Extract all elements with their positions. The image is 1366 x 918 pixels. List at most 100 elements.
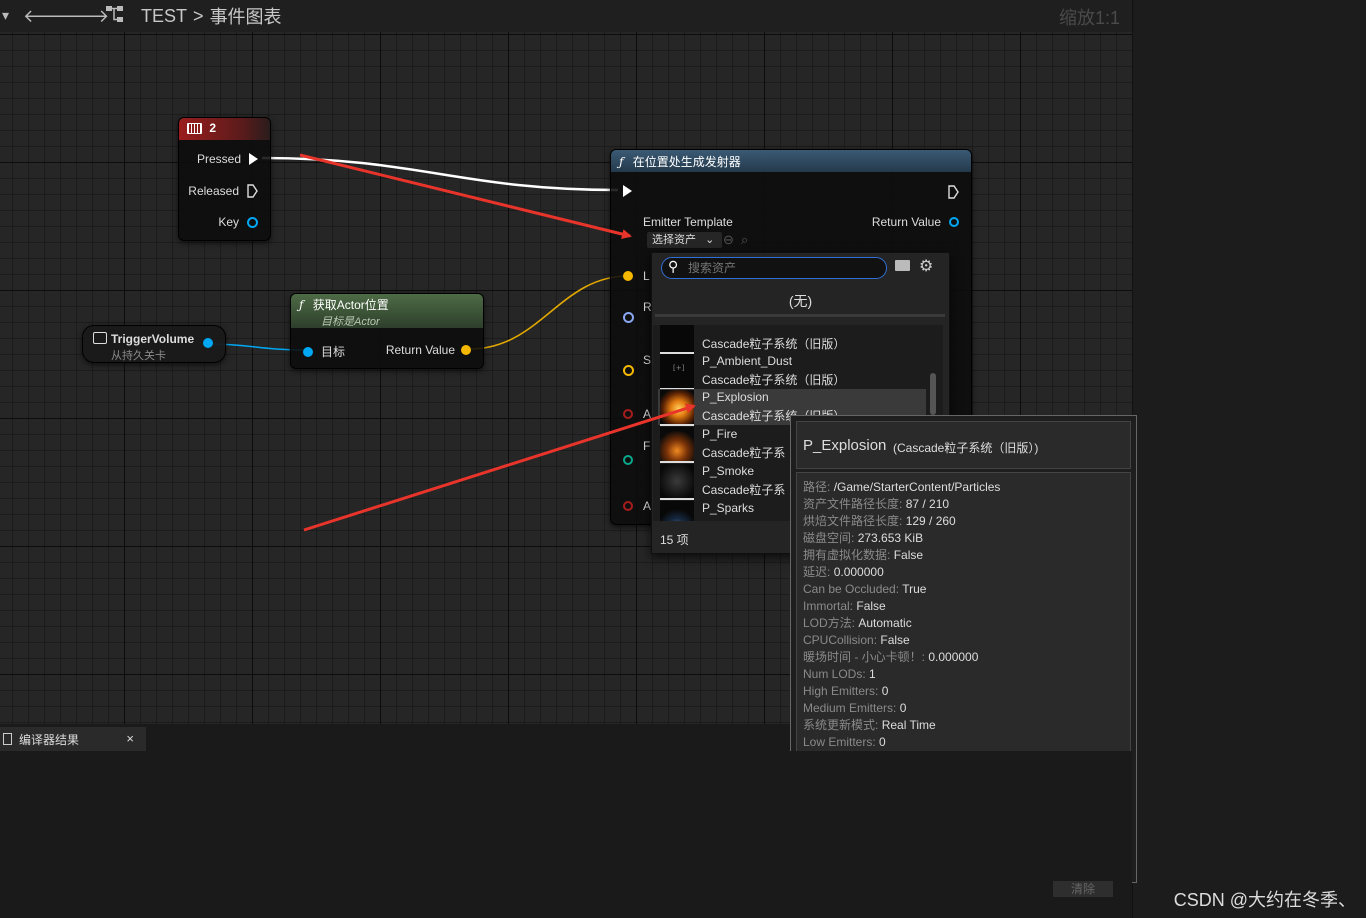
chevron-down-icon: ⌄ (705, 234, 715, 246)
breadcrumb-graph[interactable]: 事件图表 (210, 3, 282, 29)
asset-thumbnail (660, 464, 694, 500)
tooltip-row: High Emitters: 0 (803, 683, 1000, 700)
trigger-volume-node[interactable]: TriggerVolume 从持久关卡 (82, 325, 226, 363)
asset-thumbnail (660, 501, 694, 521)
asset-thumbnail (660, 325, 694, 354)
pin-pressed[interactable]: Pressed (197, 152, 258, 166)
tooltip-row: Can be Occluded: True (803, 581, 1000, 598)
exec-in-pin-icon[interactable] (623, 185, 632, 197)
folder-icon[interactable] (895, 260, 910, 271)
tooltip-row-value: True (902, 582, 927, 596)
pin-target[interactable]: 目标 (303, 343, 345, 360)
vector-pin-icon[interactable] (461, 345, 471, 355)
tooltip-row: 资产文件路径长度: 87 / 210 (803, 496, 1000, 513)
keyboard-icon (187, 123, 202, 135)
asset-type: Cascade粒子系 (702, 446, 786, 460)
tooltip-row-value: /Game/StarterContent/Particles (833, 480, 1001, 494)
enum-pin-icon[interactable] (623, 455, 633, 465)
tooltip-row: 磁盘空间: 273.653 KiB (803, 530, 1000, 547)
asset-name: P_Ambient_Dust (702, 354, 793, 368)
exec-out-pin-icon[interactable] (948, 185, 959, 199)
tooltip-row-key: Low Emitters: (803, 735, 876, 749)
tooltip-row-key: 路径: (803, 480, 831, 494)
object-pin-icon[interactable] (203, 338, 213, 348)
get-location-title: 获取Actor位置 (312, 298, 389, 312)
tooltip-row: 暖场时间 - 小心卡顿！: 0.000000 (803, 649, 1000, 666)
compiler-results-tab[interactable]: 编译器结果 × (0, 727, 146, 751)
gear-icon[interactable]: ⚙ (919, 256, 933, 275)
object-pin-icon[interactable] (949, 217, 959, 227)
emitter-template-label: Emitter Template (643, 215, 733, 229)
object-pin-icon[interactable] (303, 346, 313, 357)
get-actor-location-node[interactable]: ƒ 获取Actor位置 目标是Actor 目标 Return Value (290, 293, 484, 369)
compiler-icon (3, 733, 12, 745)
rotator-pin-icon[interactable] (623, 312, 634, 323)
pin-label-partial: F (643, 439, 651, 453)
key-node-header: 2 (179, 118, 270, 140)
back-arrow-icon[interactable]: 🡐 (23, 6, 71, 27)
bool-pin-icon[interactable] (623, 409, 633, 419)
list-scrollbar[interactable] (930, 373, 936, 415)
asset-thumbnail (660, 390, 694, 426)
vector-pin-icon[interactable] (623, 365, 634, 376)
list-item[interactable]: [+] P_Ambient_Dust Cascade粒子系统（旧版） (658, 353, 926, 390)
key-node-title: 2 (209, 121, 217, 135)
select-asset-label: 选择资产 (652, 234, 696, 246)
watermark: CSDN @大约在冬季、 (1173, 890, 1356, 910)
clear-button[interactable]: 清除 (1053, 881, 1113, 897)
tooltip-row-key: 暖场时间 - 小心卡顿！: (803, 650, 925, 664)
asset-name: P_Sparks (702, 501, 755, 515)
pin-key[interactable]: Key (218, 215, 258, 229)
tooltip-row-value: False (880, 633, 910, 647)
search-input[interactable] (686, 259, 880, 277)
tooltip-row-key: Can be Occluded: (803, 582, 900, 596)
menu-icon[interactable]: ▾ (2, 8, 9, 24)
function-icon: ƒ (619, 155, 624, 169)
tooltip-header: P_Explosion (Cascade粒子系统（旧版）) (796, 421, 1131, 469)
tooltip-row: 系统更新模式: Real Time (803, 717, 1000, 734)
pin-return-value[interactable]: Return Value (386, 343, 471, 357)
none-divider (655, 314, 945, 317)
bool-pin-icon[interactable] (623, 501, 633, 511)
list-item[interactable]: Cascade粒子系统（旧版） (658, 325, 926, 354)
spawn-node-title: 在位置处生成发射器 (632, 155, 741, 169)
breadcrumb-project[interactable]: TEST (141, 6, 187, 27)
breadcrumb-separator: > (193, 5, 204, 26)
tooltip-row: 拥有虚拟化数据: False (803, 547, 1000, 564)
tooltip-row-key: 延迟: (803, 565, 831, 579)
tooltip-row-value: False (893, 548, 924, 562)
none-option[interactable]: (无) (652, 291, 949, 311)
search-icon: ⚲ (668, 259, 679, 275)
tab-label: 编译器结果 (19, 732, 80, 747)
pin-released[interactable]: Released (188, 184, 258, 198)
use-selected-icon[interactable]: ⊖ (723, 232, 734, 248)
exec-pin-icon[interactable] (247, 184, 258, 198)
tooltip-row-key: Num LODs: (803, 667, 866, 681)
tooltip-row-value: 129 / 260 (905, 514, 956, 528)
tooltip-row-value: 1 (869, 667, 876, 681)
tooltip-row: CPUCollision: False (803, 632, 1000, 649)
asset-type: Cascade粒子系统（旧版） (702, 373, 846, 387)
select-asset-dropdown[interactable]: 选择资产 ⌄ (647, 232, 722, 248)
forward-arrow-icon[interactable]: 🡒 (61, 6, 109, 27)
vector-pin-icon[interactable] (623, 271, 633, 281)
pin-label: Return Value (385, 343, 455, 357)
tooltip-row-value: 0.000000 (928, 650, 979, 664)
tooltip-row-key: 磁盘空间: (803, 531, 855, 545)
tooltip-row-key: 资产文件路径长度: (803, 497, 903, 511)
tooltip-row-value: Automatic (858, 616, 912, 630)
tooltip-row-key: LOD方法: (803, 616, 856, 630)
tooltip-row-value: Real Time (881, 718, 936, 732)
exec-pin-icon[interactable] (249, 153, 258, 165)
browse-icon[interactable]: ⌕ (741, 232, 748, 248)
asset-thumbnail: [+] (660, 354, 694, 390)
graph-hierarchy-icon[interactable] (103, 4, 127, 29)
graph-toolbar: ▾ 🡐 🡒 TEST > 事件图表 缩放1:1 (0, 0, 1132, 33)
struct-pin-icon[interactable] (247, 216, 258, 228)
key-event-node[interactable]: 2 Pressed Released Key (178, 117, 271, 241)
trigger-node-title: TriggerVolume (111, 332, 195, 346)
search-box[interactable]: ⚲ (661, 257, 887, 279)
tooltip-row-key: Immortal: (803, 599, 854, 613)
close-icon[interactable]: × (126, 731, 134, 746)
bottom-panel (0, 751, 1132, 918)
